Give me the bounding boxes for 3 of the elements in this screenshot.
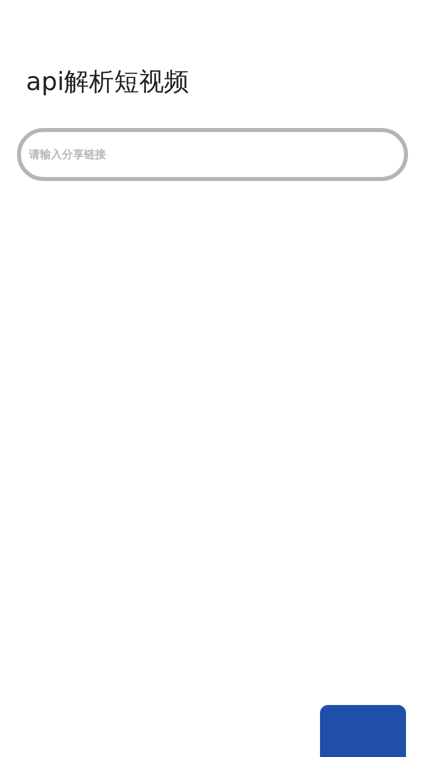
link-input-field[interactable]: 请输入分享链接	[17, 128, 408, 181]
action-button[interactable]	[320, 705, 406, 757]
page-title: api解析短视频	[26, 66, 190, 98]
